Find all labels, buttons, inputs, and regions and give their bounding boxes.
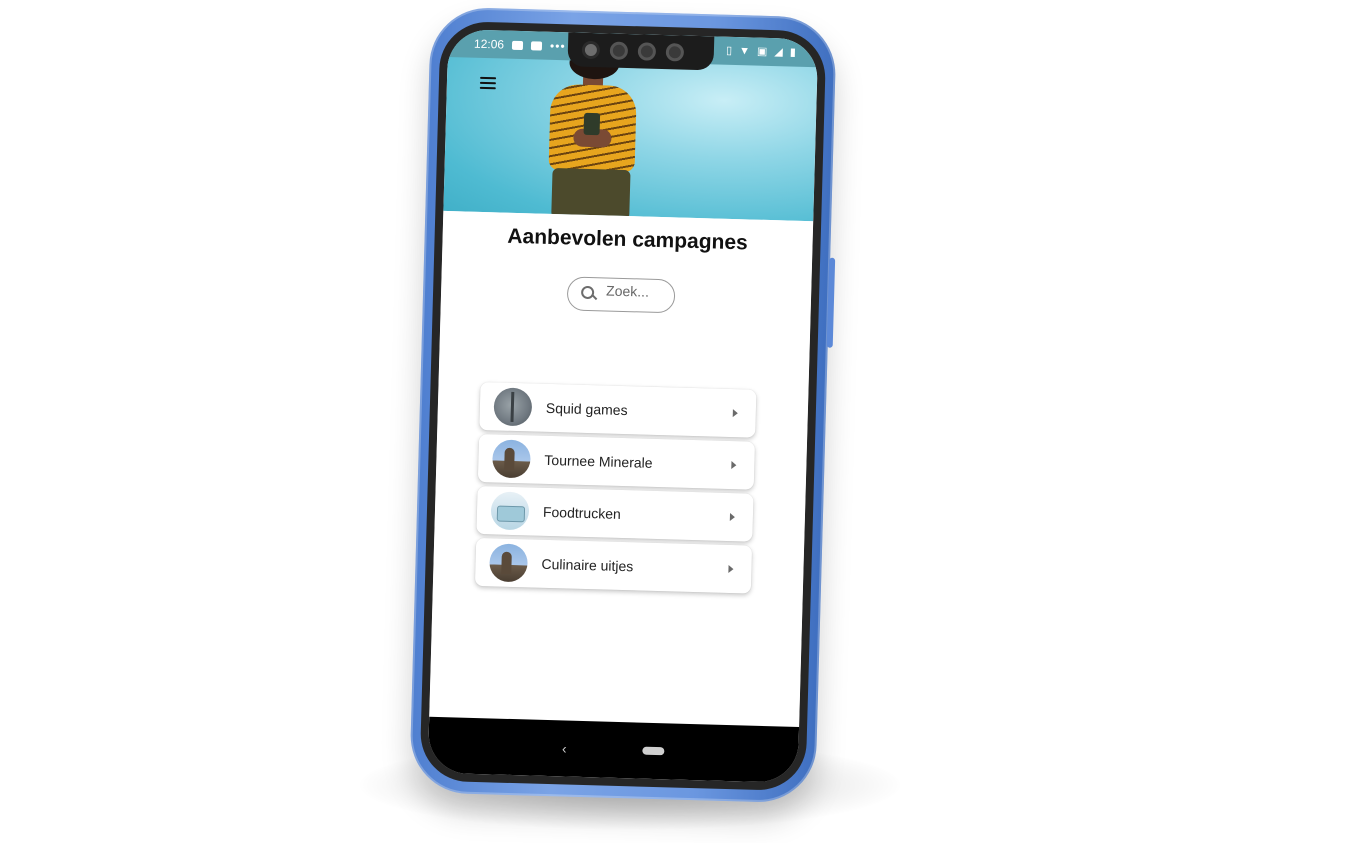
navigation-bar: ‹ [427, 716, 800, 784]
campaign-label: Tournee Minerale [544, 451, 653, 471]
camera-lens-icon [665, 43, 685, 62]
chevron-right-icon [732, 409, 738, 418]
home-button[interactable] [642, 746, 665, 756]
church-town-thumbnail [491, 439, 531, 479]
church-town-thumbnail [489, 543, 529, 583]
battery-icon: ▮ [789, 46, 797, 59]
chevron-right-icon [731, 461, 737, 470]
lte-icon: ▣ [756, 45, 768, 58]
phone-bezel: 12:06 ••• ▯ ▼ ▣ ◢ ▮ Aanbevolen campagnes… [419, 20, 827, 792]
youtube-icon [530, 40, 543, 51]
phone-screen: 12:06 ••• ▯ ▼ ▣ ◢ ▮ Aanbevolen campagnes… [427, 28, 819, 784]
back-button[interactable]: ‹ [562, 740, 567, 756]
campaign-item-culinaire-uitjes[interactable]: Culinaire uitjes [474, 537, 753, 594]
hamburger-menu-icon[interactable] [473, 70, 504, 97]
wifi-icon: ▼ [738, 44, 751, 57]
front-camera-icon [581, 40, 601, 60]
squid-games-thumbnail [493, 387, 533, 427]
campaign-label: Squid games [545, 399, 628, 419]
campaign-item-squid-games[interactable]: Squid games [479, 382, 757, 438]
status-time: 12:06 [473, 36, 505, 52]
chevron-right-icon [729, 513, 736, 522]
stage: 12:06 ••• ▯ ▼ ▣ ◢ ▮ Aanbevolen campagnes… [0, 0, 1351, 843]
campaign-list: Squid games Tournee Minerale Foodtrucken [474, 382, 757, 598]
more-dots-icon: ••• [549, 38, 566, 54]
foodtruck-thumbnail [490, 491, 530, 531]
side-button [826, 257, 836, 348]
vibrate-icon: ▯ [725, 44, 733, 57]
campaign-label: Culinaire uitjes [541, 555, 634, 575]
campaign-item-tournee-minerale[interactable]: Tournee Minerale [477, 433, 756, 490]
phone-mockup: 12:06 ••• ▯ ▼ ▣ ◢ ▮ Aanbevolen campagnes… [409, 6, 837, 804]
search-icon [580, 285, 598, 303]
chevron-right-icon [728, 565, 734, 574]
main-content: Aanbevolen campagnes Squid games [429, 210, 814, 728]
campaign-item-foodtrucken[interactable]: Foodtrucken [476, 485, 754, 542]
page-title: Aanbevolen campagnes [507, 224, 749, 255]
image-icon [511, 40, 524, 50]
search-box[interactable] [566, 276, 676, 314]
campaign-label: Foodtrucken [542, 503, 622, 522]
camera-lens-icon [637, 42, 657, 61]
camera-notch [567, 32, 715, 71]
search-input[interactable] [605, 282, 669, 301]
camera-lens-icon [609, 41, 629, 60]
signal-icon: ◢ [774, 45, 784, 58]
